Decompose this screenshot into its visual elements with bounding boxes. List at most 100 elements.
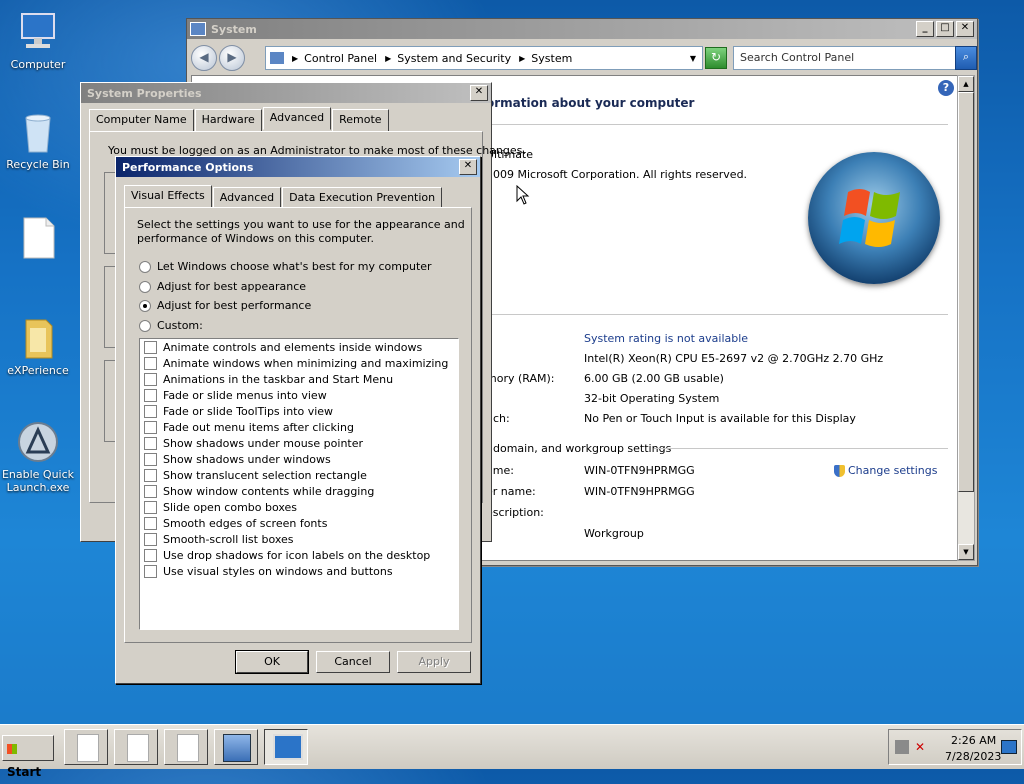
desktop-icon-file[interactable] xyxy=(0,216,76,264)
visual-effects-list[interactable]: Animate controls and elements inside win… xyxy=(139,338,459,630)
list-item[interactable]: Show translucent selection rectangle xyxy=(144,469,367,482)
list-item[interactable]: Fade or slide ToolTips into view xyxy=(144,405,333,418)
help-icon[interactable]: ? xyxy=(938,80,954,96)
desktop-icon-label: Recycle Bin xyxy=(6,158,70,171)
breadcrumb-control-panel[interactable]: Control Panel xyxy=(304,52,377,65)
system-properties-titlebar[interactable]: System Properties ✕ xyxy=(81,83,491,103)
breadcrumb-system[interactable]: System xyxy=(531,52,572,65)
breadcrumb-arrow-icon[interactable]: ▶ xyxy=(385,54,391,63)
tab-computer-name[interactable]: Computer Name xyxy=(89,109,194,132)
radio-custom[interactable]: Custom: xyxy=(139,319,203,332)
maximize-button[interactable]: □ xyxy=(936,21,954,37)
close-button[interactable]: ✕ xyxy=(956,21,974,37)
volume-muted-icon[interactable]: ✕ xyxy=(915,740,929,754)
start-button[interactable]: Start xyxy=(2,735,54,779)
breadcrumb-system-and-security[interactable]: System and Security xyxy=(397,52,511,65)
tab-remote[interactable]: Remote xyxy=(332,109,389,132)
taskbar-item-document[interactable] xyxy=(114,729,158,765)
radio-best-appearance[interactable]: Adjust for best appearance xyxy=(139,280,306,293)
checkbox[interactable] xyxy=(144,373,157,386)
list-item[interactable]: Fade out menu items after clicking xyxy=(144,421,354,434)
desktop-icon-experience[interactable]: eXPerience xyxy=(0,316,76,377)
back-icon[interactable]: ◀ xyxy=(191,45,217,71)
checkbox[interactable] xyxy=(144,437,157,450)
tab-hardware[interactable]: Hardware xyxy=(194,109,262,132)
list-item[interactable]: Show shadows under mouse pointer xyxy=(144,437,363,450)
cancel-button[interactable]: Cancel xyxy=(316,651,390,673)
dialog-title: System Properties xyxy=(87,86,202,100)
search-icon[interactable]: ⌕ xyxy=(955,46,977,70)
checkbox[interactable] xyxy=(144,565,157,578)
clock-time[interactable]: 2:26 AM xyxy=(951,734,996,747)
list-item[interactable]: Use drop shadows for icon labels on the … xyxy=(144,549,430,562)
radio-button[interactable] xyxy=(139,280,151,293)
taskbar-item-control-panel[interactable] xyxy=(214,729,258,765)
show-desktop-icon[interactable] xyxy=(1001,740,1017,754)
spec-rating-value[interactable]: System rating is not available xyxy=(584,332,748,345)
checkbox[interactable] xyxy=(144,357,157,370)
list-item[interactable]: Use visual styles on windows and buttons xyxy=(144,565,393,578)
desktop-icon-enable-quick-launch[interactable]: Enable Quick Launch.exe xyxy=(0,420,76,494)
network-icon[interactable] xyxy=(895,740,909,754)
taskbar-item-document[interactable] xyxy=(64,729,108,765)
checkbox[interactable] xyxy=(144,533,157,546)
taskbar-item-system[interactable] xyxy=(264,729,308,765)
tab-advanced[interactable]: Advanced xyxy=(262,107,332,130)
checkbox[interactable] xyxy=(144,453,157,466)
forward-icon[interactable]: ▶ xyxy=(219,45,245,71)
list-item[interactable]: Fade or slide menus into view xyxy=(144,389,327,402)
scroll-thumb[interactable] xyxy=(958,92,974,492)
radio-best-performance[interactable]: Adjust for best performance xyxy=(139,299,311,312)
checkbox[interactable] xyxy=(144,501,157,514)
close-button[interactable]: ✕ xyxy=(459,159,477,175)
checkbox[interactable] xyxy=(144,485,157,498)
checkbox[interactable] xyxy=(144,517,157,530)
list-item[interactable]: Animations in the taskbar and Start Menu xyxy=(144,373,393,386)
list-item[interactable]: Show shadows under windows xyxy=(144,453,331,466)
close-button[interactable]: ✕ xyxy=(470,85,488,101)
checkbox[interactable] xyxy=(144,421,157,434)
list-item[interactable]: Smooth-scroll list boxes xyxy=(144,533,294,546)
refresh-icon[interactable]: ↻ xyxy=(705,47,727,69)
tab-visual-effects[interactable]: Visual Effects xyxy=(124,185,212,208)
list-item[interactable]: Animate windows when minimizing and maxi… xyxy=(144,357,448,370)
address-dropdown-icon[interactable]: ▼ xyxy=(690,54,696,63)
search-input[interactable]: Search Control Panel xyxy=(733,46,961,70)
checkbox[interactable] xyxy=(144,389,157,402)
breadcrumb-arrow-icon[interactable]: ▶ xyxy=(292,54,298,63)
radio-let-windows-choose[interactable]: Let Windows choose what's best for my co… xyxy=(139,260,432,273)
system-window-titlebar[interactable]: System _ □ ✕ xyxy=(187,19,977,39)
system-tray: ✕ 2:26 AM 7/28/2023 xyxy=(888,729,1022,765)
list-item[interactable]: Show window contents while dragging xyxy=(144,485,374,498)
taskbar: Start ✕ 2:26 AM 7/28/2023 xyxy=(0,724,1024,779)
divider xyxy=(482,124,948,125)
breadcrumb-arrow-icon[interactable]: ▶ xyxy=(519,54,525,63)
radio-label: Adjust for best appearance xyxy=(157,280,307,293)
desktop-icon-computer[interactable]: Computer xyxy=(0,10,76,71)
ok-button[interactable]: OK xyxy=(235,650,309,674)
scroll-down-icon[interactable]: ▼ xyxy=(958,544,974,560)
checkbox[interactable] xyxy=(144,549,157,562)
file-icon xyxy=(77,734,99,762)
shortcut-app-icon xyxy=(16,420,60,464)
checkbox[interactable] xyxy=(144,405,157,418)
taskbar-item-document[interactable] xyxy=(164,729,208,765)
minimize-button[interactable]: _ xyxy=(916,21,934,37)
checkbox[interactable] xyxy=(144,469,157,482)
list-item[interactable]: Slide open combo boxes xyxy=(144,501,297,514)
vertical-scrollbar[interactable]: ▲ ▼ xyxy=(957,75,975,561)
radio-button[interactable] xyxy=(139,260,151,273)
control-panel-icon xyxy=(223,734,251,762)
desktop-icon-recycle-bin[interactable]: Recycle Bin xyxy=(0,110,76,171)
performance-options-titlebar[interactable]: Performance Options ✕ xyxy=(116,157,480,177)
scroll-up-icon[interactable]: ▲ xyxy=(958,76,974,92)
change-settings-link[interactable]: Change settings xyxy=(834,464,937,477)
radio-button[interactable] xyxy=(139,319,151,332)
clock-date[interactable]: 7/28/2023 xyxy=(945,750,1001,763)
address-bar[interactable]: ▶ Control Panel ▶ System and Security ▶ … xyxy=(265,46,703,70)
list-item[interactable]: Smooth edges of screen fonts xyxy=(144,517,327,530)
apply-button[interactable]: Apply xyxy=(397,651,471,673)
checkbox[interactable] xyxy=(144,341,157,354)
radio-button[interactable] xyxy=(139,299,151,312)
list-item[interactable]: Animate controls and elements inside win… xyxy=(144,341,422,354)
